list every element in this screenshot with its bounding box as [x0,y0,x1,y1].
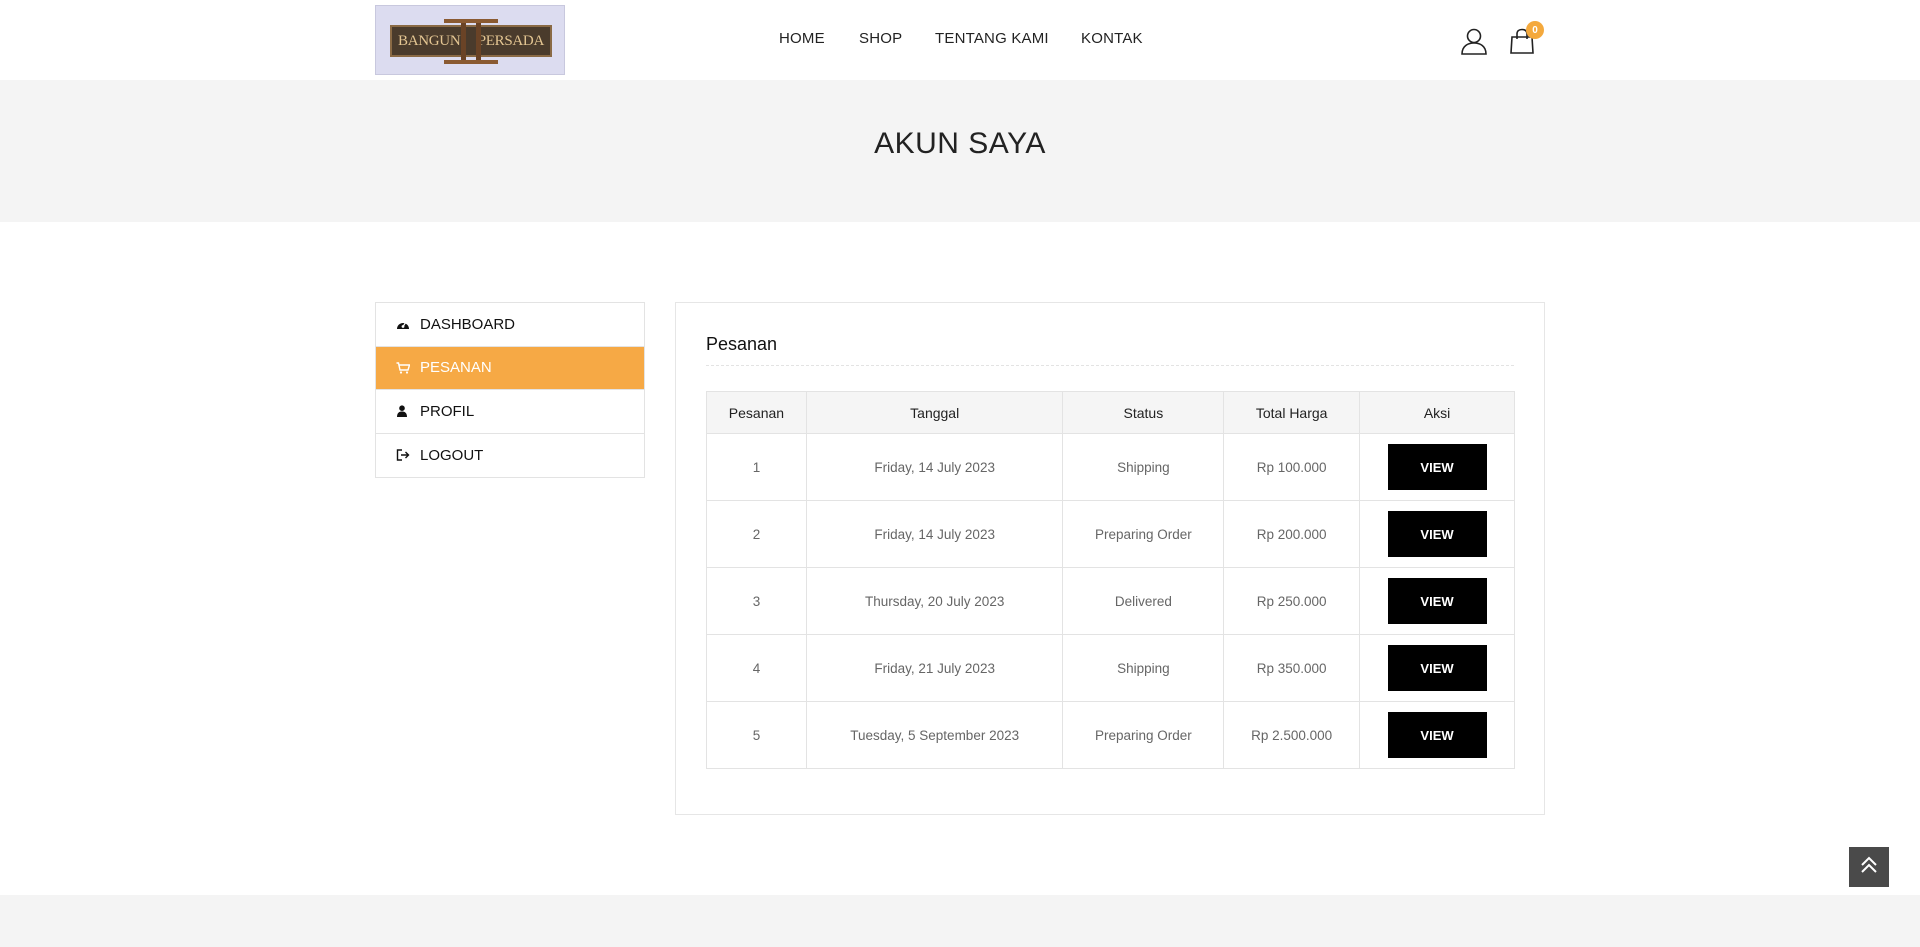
scroll-to-top-button[interactable] [1849,847,1889,887]
double-chevron-up-icon [1859,855,1879,880]
column-header-status: Status [1062,391,1225,434]
sidebar-item-label: PESANAN [420,359,492,377]
order-action-cell: VIEW [1359,701,1515,769]
table-row: 1 Friday, 14 July 2023 Shipping Rp 100.0… [706,433,1515,501]
nav-shop[interactable]: SHOP [859,30,902,47]
view-order-button[interactable]: VIEW [1387,511,1487,557]
nav-tentang-kami[interactable]: TENTANG KAMI [935,30,1049,47]
orders-title: Pesanan [706,334,778,354]
order-status: Preparing Order [1062,701,1225,769]
order-status: Preparing Order [1062,500,1225,568]
table-row: 2 Friday, 14 July 2023 Preparing Order R… [706,500,1515,568]
table-row: 3 Thursday, 20 July 2023 Delivered Rp 25… [706,567,1515,635]
page-title: AKUN SAYA [874,127,1046,160]
main-nav: HOME SHOP TENTANG KAMI KONTAK [0,0,1920,80]
orders-table: Pesanan Tanggal Status Total Harga Aksi … [706,391,1515,769]
cart-icon [396,362,420,374]
order-date: Friday, 14 July 2023 [805,433,1064,501]
column-header-total-harga: Total Harga [1223,391,1361,434]
column-header-pesanan: Pesanan [706,391,807,434]
sidebar-item-pesanan[interactable]: PESANAN [376,346,644,390]
order-date: Thursday, 20 July 2023 [805,567,1064,635]
nav-kontak[interactable]: KONTAK [1081,30,1143,47]
sidebar-item-label: LOGOUT [420,446,484,464]
logout-icon [396,449,420,461]
order-total: Rp 2.500.000 [1223,701,1361,769]
order-status: Shipping [1062,433,1225,501]
view-order-button[interactable]: VIEW [1387,444,1487,490]
site-header: BANGUN PERSADA HOME SHOP TENTANG KAMI KO… [0,0,1920,80]
order-action-cell: VIEW [1359,433,1515,501]
order-id: 1 [706,433,807,501]
order-status: Shipping [1062,634,1225,702]
orders-panel: Pesanan Pesanan Tanggal Status Total Har… [675,302,1545,815]
sidebar-item-label: PROFIL [420,402,475,420]
sidebar-item-label: DASHBOARD [420,315,516,333]
order-id: 5 [706,701,807,769]
sidebar-item-logout[interactable]: LOGOUT [376,434,644,478]
footer [0,895,1920,947]
order-action-cell: VIEW [1359,567,1515,635]
view-order-button[interactable]: VIEW [1387,578,1487,624]
divider [706,365,1514,366]
column-header-aksi: Aksi [1359,391,1515,434]
user-icon [396,405,420,418]
order-total: Rp 200.000 [1223,500,1361,568]
order-action-cell: VIEW [1359,634,1515,702]
order-status: Delivered [1062,567,1225,635]
order-total: Rp 100.000 [1223,433,1361,501]
user-icon[interactable] [1460,27,1488,60]
view-order-button[interactable]: VIEW [1387,645,1487,691]
order-total: Rp 250.000 [1223,567,1361,635]
order-total: Rp 350.000 [1223,634,1361,702]
table-row: 5 Tuesday, 5 September 2023 Preparing Or… [706,701,1515,769]
view-order-button[interactable]: VIEW [1387,712,1487,758]
order-date: Friday, 21 July 2023 [805,634,1064,702]
order-date: Friday, 14 July 2023 [805,500,1064,568]
account-sidebar: DASHBOARD PESANAN PROFIL LOGOUT [375,302,645,478]
cart-count-badge: 0 [1526,21,1544,39]
table-row: 4 Friday, 21 July 2023 Shipping Rp 350.0… [706,634,1515,702]
order-action-cell: VIEW [1359,500,1515,568]
table-header-row: Pesanan Tanggal Status Total Harga Aksi [706,391,1515,434]
dashboard-icon [396,318,420,330]
column-header-tanggal: Tanggal [805,391,1064,434]
nav-home[interactable]: HOME [779,30,825,47]
order-id: 2 [706,500,807,568]
order-id: 3 [706,567,807,635]
sidebar-item-dashboard[interactable]: DASHBOARD [376,303,644,347]
order-id: 4 [706,634,807,702]
sidebar-item-profil[interactable]: PROFIL [376,390,644,434]
order-date: Tuesday, 5 September 2023 [805,701,1064,769]
